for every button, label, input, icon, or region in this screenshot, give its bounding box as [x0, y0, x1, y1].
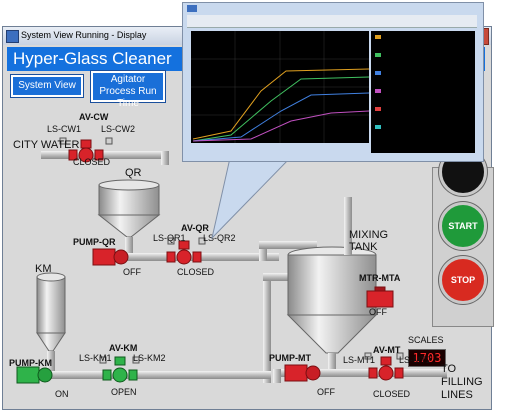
legend-swatch-5: [375, 107, 381, 111]
trend-lines: [191, 31, 370, 143]
trend-popup: [182, 2, 484, 162]
legend-swatch-6: [375, 125, 381, 129]
trend-plot: [191, 31, 370, 143]
trend-toolbar[interactable]: [187, 15, 477, 28]
trend-line-2: [192, 76, 370, 142]
legend-swatch-3: [375, 71, 381, 75]
legend-swatch-2: [375, 53, 381, 57]
trend-window-icon: [187, 5, 197, 12]
legend-swatch-4: [375, 89, 381, 93]
trend-legend: [371, 31, 475, 153]
legend-swatch-1: [375, 35, 381, 39]
trend-line-1: [192, 68, 370, 140]
